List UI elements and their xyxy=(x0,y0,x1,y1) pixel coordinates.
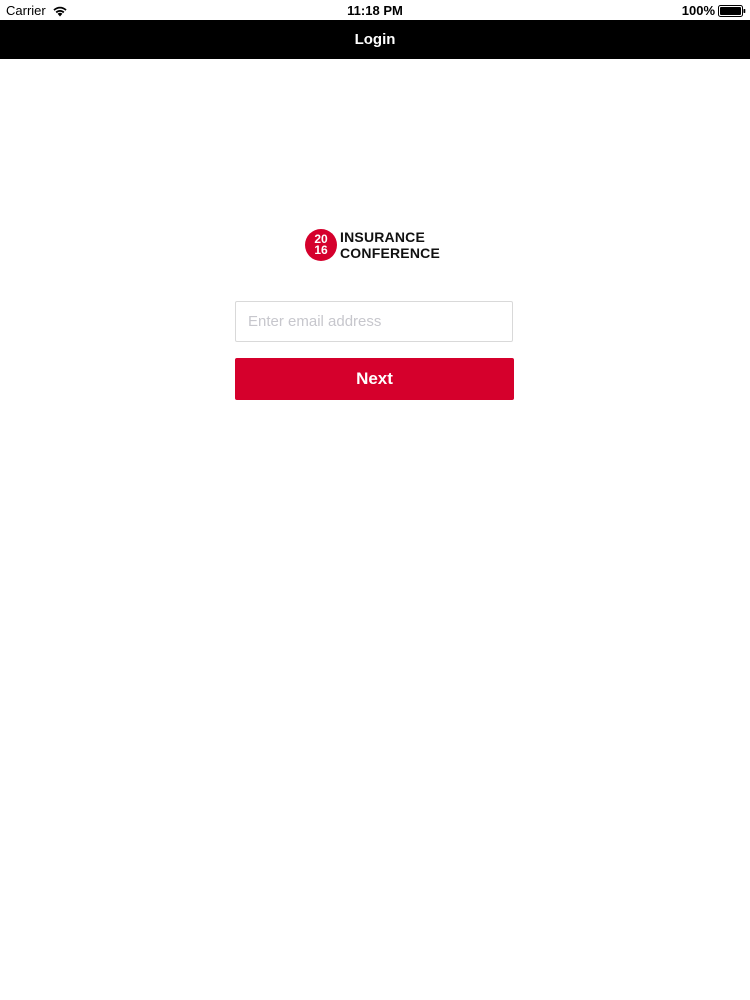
status-right: 100% xyxy=(682,3,746,18)
email-input[interactable] xyxy=(235,301,513,342)
battery-icon xyxy=(718,4,746,17)
logo-line-1: INSURANCE xyxy=(340,229,426,245)
nav-title: Login xyxy=(354,31,396,48)
logo-line-2: CONFERENCE xyxy=(340,245,441,261)
conference-logo: 20 16 INSURANCE CONFERENCE xyxy=(305,228,445,262)
logo-text: INSURANCE CONFERENCE xyxy=(340,229,440,261)
battery-percent: 100% xyxy=(681,3,715,18)
login-screen: Carrier 11:18 PM 100% Login 20 16 INSURA… xyxy=(0,0,750,1000)
nav-bar: Login xyxy=(0,20,750,59)
status-bar: Carrier 11:18 PM 100% xyxy=(0,0,750,20)
next-button[interactable]: Next xyxy=(235,358,514,400)
logo-badge-bottom: 16 xyxy=(314,243,328,257)
logo-year-badge: 20 16 xyxy=(305,229,337,261)
status-time: 11:18 PM xyxy=(347,3,403,18)
